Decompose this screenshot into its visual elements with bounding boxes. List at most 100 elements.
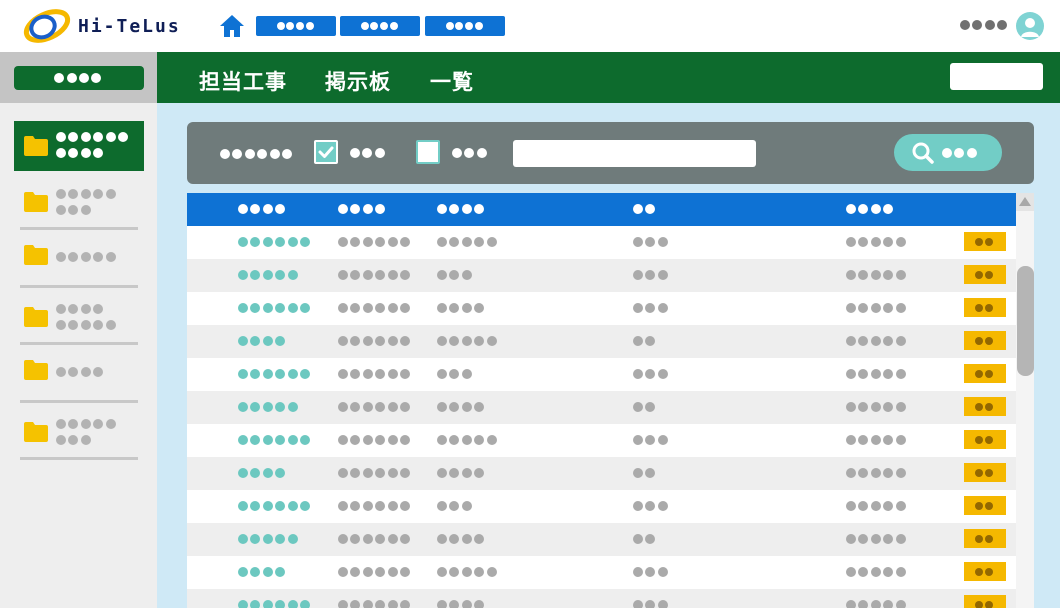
table-cell <box>437 270 474 280</box>
top-bar: Hi-TeLus <box>0 0 1060 52</box>
table-cell <box>633 336 658 346</box>
table-row[interactable] <box>187 292 1016 325</box>
nav-item-list[interactable]: 一覧 <box>430 66 474 96</box>
scroll-up-button[interactable] <box>1016 193 1034 211</box>
table-cell <box>846 600 908 608</box>
checkbox-1[interactable] <box>314 140 338 164</box>
table-cell-link[interactable] <box>238 270 300 280</box>
sidebar-item[interactable] <box>20 293 138 343</box>
status-badge <box>964 496 1006 515</box>
status-badge <box>964 298 1006 317</box>
table-cell <box>846 567 908 577</box>
sidebar-divider <box>20 342 138 345</box>
table-row[interactable] <box>187 523 1016 556</box>
table-cell-link[interactable] <box>238 336 288 346</box>
table-cell <box>437 369 474 379</box>
table-cell <box>338 435 412 445</box>
table-cell <box>338 237 412 247</box>
column-header[interactable] <box>437 204 487 214</box>
table-cell-link[interactable] <box>238 435 312 445</box>
table-cell-link[interactable] <box>238 303 312 313</box>
table-cell-link[interactable] <box>238 468 288 478</box>
table-cell <box>846 534 908 544</box>
table-cell-link[interactable] <box>238 501 312 511</box>
table-row[interactable] <box>187 424 1016 457</box>
avatar[interactable] <box>1016 12 1044 40</box>
table-cell <box>338 600 412 608</box>
table-row[interactable] <box>187 259 1016 292</box>
table-row[interactable] <box>187 226 1016 259</box>
nav-item-assigned-work[interactable]: 担当工事 <box>199 66 287 96</box>
sidebar-item-label <box>56 304 106 314</box>
table-cell-link[interactable] <box>238 567 288 577</box>
column-header[interactable] <box>338 204 388 214</box>
search-button[interactable] <box>894 134 1002 171</box>
status-badge <box>964 595 1006 608</box>
table-cell <box>846 501 908 511</box>
table-cell <box>633 600 670 608</box>
sidebar-item[interactable] <box>20 121 138 171</box>
table-row[interactable] <box>187 556 1016 589</box>
table-cell <box>338 303 412 313</box>
right-margin <box>1034 193 1060 608</box>
table-cell <box>437 567 499 577</box>
nav-item-bulletin-board[interactable]: 掲示板 <box>325 66 391 96</box>
logo-text: Hi-TeLus <box>78 16 181 37</box>
table-row[interactable] <box>187 358 1016 391</box>
table-cell-link[interactable] <box>238 402 300 412</box>
table-cell-link[interactable] <box>238 369 312 379</box>
check-icon <box>318 146 334 158</box>
table-cell <box>437 600 487 608</box>
logo-mark <box>23 9 71 43</box>
main-nav <box>0 52 1060 103</box>
sidebar-divider <box>20 285 138 288</box>
table-cell <box>846 468 908 478</box>
logo[interactable]: Hi-TeLus <box>22 8 202 44</box>
scrollbar[interactable] <box>1016 193 1034 608</box>
scrollbar-thumb[interactable] <box>1017 266 1034 376</box>
table-cell <box>437 435 499 445</box>
status-badge <box>964 331 1006 350</box>
top-nav-button-3[interactable] <box>425 16 505 36</box>
table-row[interactable] <box>187 490 1016 523</box>
table-cell <box>437 468 487 478</box>
sidebar-item[interactable] <box>20 408 138 458</box>
table-row[interactable] <box>187 457 1016 490</box>
search-input[interactable] <box>513 140 756 167</box>
status-badge <box>964 529 1006 548</box>
sidebar-header-button[interactable] <box>14 66 144 90</box>
table-cell-link[interactable] <box>238 534 300 544</box>
table-cell <box>633 270 670 280</box>
table-cell-link[interactable] <box>238 237 312 247</box>
top-nav-button-2[interactable] <box>340 16 420 36</box>
table-cell <box>338 369 412 379</box>
column-header[interactable] <box>633 204 658 214</box>
table-row[interactable] <box>187 325 1016 358</box>
table-cell <box>846 336 908 346</box>
column-header[interactable] <box>846 204 896 214</box>
table-row[interactable] <box>187 589 1016 608</box>
nav-search-input[interactable] <box>950 63 1043 90</box>
sidebar-divider <box>20 457 138 460</box>
checkbox-2[interactable] <box>416 140 440 164</box>
table-row[interactable] <box>187 391 1016 424</box>
table-cell <box>338 468 412 478</box>
status-badge <box>964 562 1006 581</box>
column-header[interactable] <box>238 204 288 214</box>
table-cell <box>846 402 908 412</box>
table-cell <box>338 402 412 412</box>
table-cell <box>846 435 908 445</box>
home-icon[interactable] <box>218 12 246 40</box>
sidebar-divider <box>20 227 138 230</box>
table-cell <box>633 567 670 577</box>
sidebar-item-label <box>56 252 118 262</box>
sidebar-item-label <box>56 320 118 330</box>
top-nav-button-1[interactable] <box>256 16 336 36</box>
table-cell <box>437 402 487 412</box>
table-cell <box>633 303 670 313</box>
status-badge <box>964 364 1006 383</box>
table-cell-link[interactable] <box>238 600 312 608</box>
sidebar-item[interactable] <box>20 178 138 228</box>
status-badge <box>964 463 1006 482</box>
table-cell <box>338 501 412 511</box>
